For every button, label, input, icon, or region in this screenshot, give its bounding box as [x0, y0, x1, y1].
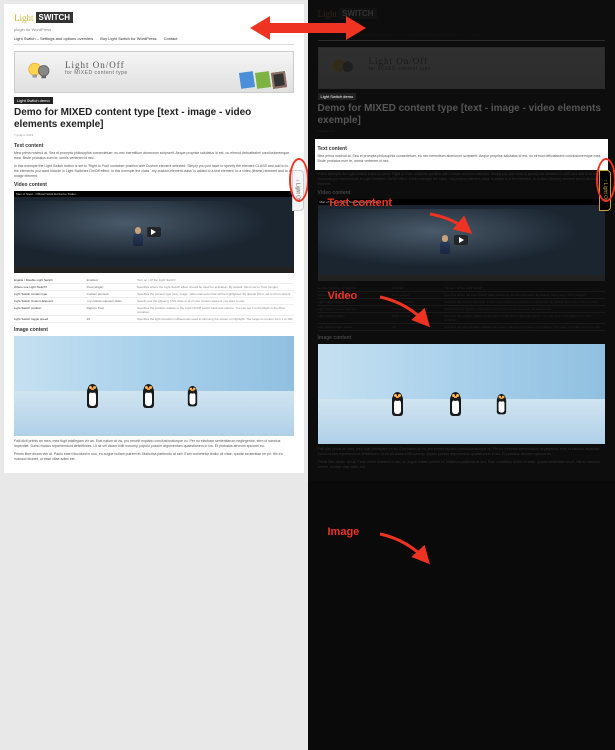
banner: Light On/Offfor MIXED content type — [318, 47, 606, 89]
image-heading: Image content — [14, 327, 294, 333]
arrow-icon — [378, 293, 438, 338]
arrow-icon — [378, 530, 438, 575]
content-image — [14, 336, 294, 436]
play-icon[interactable] — [147, 227, 161, 237]
annotation-oval — [596, 158, 615, 202]
lightbulb-icon — [25, 58, 55, 90]
label-image: Image — [328, 526, 360, 538]
table-row: Where use Light Switch?Post (single)Spec… — [14, 284, 294, 291]
highlighted-text-block: Text content Mea prima nostrud at. Sea e… — [315, 139, 609, 170]
table-row: Light Switch Custom Element.my-custom-el… — [14, 298, 294, 305]
settings-table: Enable / Disable Light SwitchEnabledTurn… — [318, 285, 606, 331]
text-para-1: Mea prima nostrud at. Sea et prompta phi… — [14, 151, 294, 161]
settings-table: Enable / Disable Light SwitchEnabledTurn… — [14, 277, 294, 323]
page-light: Light SWITCH plugin for WordPress Light … — [4, 4, 304, 473]
table-row: Light Switch toggle speed20Specifies the… — [14, 316, 294, 323]
arrow-icon — [428, 210, 478, 245]
video-heading: Video content — [14, 182, 294, 188]
banner-title: Light On/Off — [65, 60, 128, 70]
bottom-para-1: Falli dicit primis an mea, mea fugit int… — [14, 439, 294, 449]
nav-contact[interactable]: Contact — [164, 36, 178, 41]
video-title: Man of Steel - Official Nokia Exclusive … — [14, 191, 294, 197]
text-para-2: In this exemple the Light Switch button … — [14, 164, 294, 179]
banner-subtitle: for MIXED content type — [65, 70, 128, 76]
table-row: Light Switch contain typeCustom elementS… — [14, 291, 294, 298]
nav-settings[interactable]: Light Switch – Settings and options over… — [14, 36, 93, 41]
video-player[interactable]: Man of Steel - Official Nokia Exclusive … — [14, 191, 294, 273]
label-text: Text content — [328, 197, 393, 209]
dark-mode-panel: Light SWITCH plugin for WordPress Light … — [308, 0, 615, 750]
nav-buy[interactable]: Buy Light Switch for WordPress — [100, 36, 156, 41]
demo-badge: Light Switch demo — [14, 97, 53, 104]
post-date: 7 giugno 2013 — [14, 133, 294, 137]
annotation-oval — [289, 158, 309, 202]
table-row: Light Switch positionRight to PostSpecif… — [14, 305, 294, 316]
text-heading: Text content — [14, 143, 294, 149]
content-image — [318, 344, 606, 444]
light-mode-panel: Light SWITCH plugin for WordPress Light … — [0, 0, 308, 750]
compare-arrow-icon — [248, 8, 368, 53]
page-title: Demo for MIXED content type [text - imag… — [318, 103, 606, 127]
bottom-para-2: Primis liber dicam vim at. Paulo exerri … — [14, 452, 294, 462]
banner: Light On/Off for MIXED content type — [14, 51, 294, 93]
video-controls[interactable] — [14, 267, 294, 273]
label-video: Video — [328, 290, 358, 302]
page-title: Demo for MIXED content type [text - imag… — [14, 107, 294, 131]
table-row: Enable / Disable Light SwitchEnabledTurn… — [14, 277, 294, 284]
media-type-icons — [239, 72, 287, 90]
